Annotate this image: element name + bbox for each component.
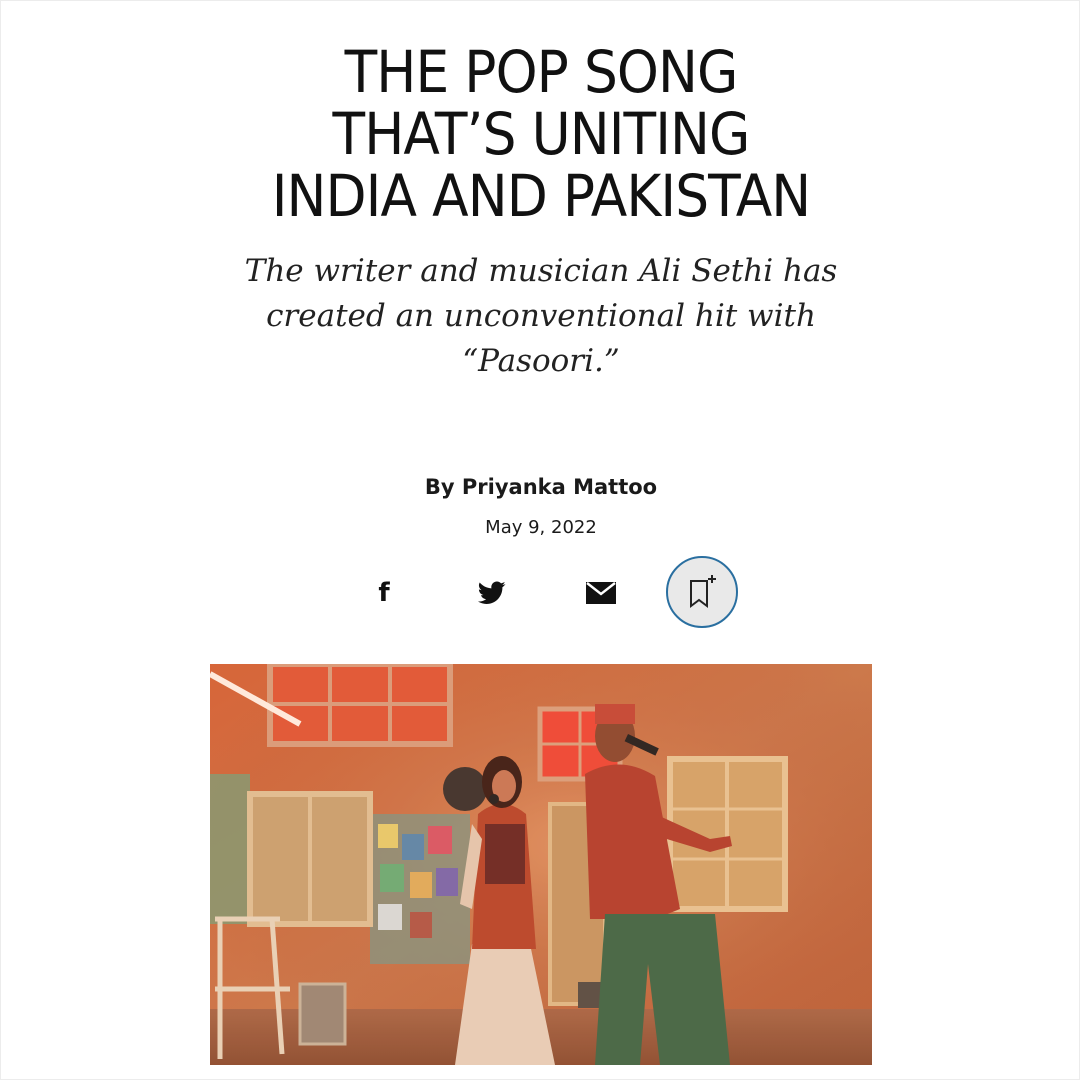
headline-line-3: INDIA AND PAKISTAN <box>271 162 812 230</box>
article-headline: THE POP SONG THAT’S UNITING INDIA AND PA… <box>44 41 1038 227</box>
headline-line-1: THE POP SONG <box>344 38 739 106</box>
twitter-share-button[interactable] <box>464 555 520 631</box>
facebook-share-button[interactable]: f <box>356 555 412 631</box>
article-dek: The writer and musician Ali Sethi has cr… <box>244 253 838 379</box>
article-page: THE POP SONG THAT’S UNITING INDIA AND PA… <box>0 0 1080 1080</box>
publish-date: May 9, 2022 <box>485 517 597 538</box>
bookmark-add-icon <box>690 575 716 608</box>
headline-line-2: THAT’S UNITING <box>332 100 751 168</box>
save-article-button[interactable] <box>666 556 738 628</box>
facebook-icon: f <box>378 578 390 608</box>
hero-image <box>210 664 872 1065</box>
twitter-icon <box>478 581 506 604</box>
hero-scene-illustration <box>210 664 872 1065</box>
mail-icon <box>586 582 616 604</box>
byline[interactable]: By Priyanka Mattoo <box>1 475 1080 499</box>
email-share-button[interactable] <box>573 555 629 631</box>
